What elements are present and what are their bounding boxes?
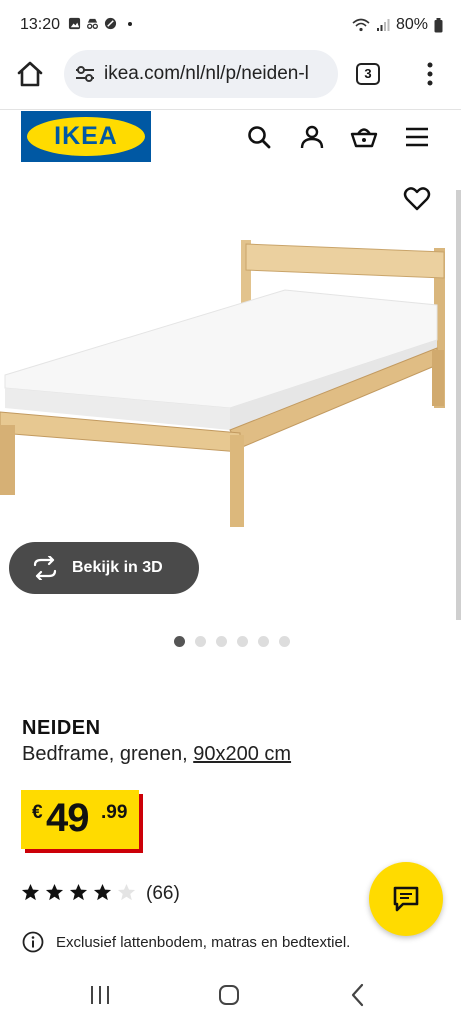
favourite-heart-icon[interactable]	[403, 185, 431, 213]
site-settings-icon[interactable]	[74, 64, 96, 84]
product-note: Exclusief lattenbodem, matras en bedtext…	[22, 931, 350, 953]
price-tag-face: € 49 .99	[21, 790, 139, 849]
gallery-dot[interactable]	[216, 636, 227, 647]
product-size-link[interactable]: 90x200 cm	[193, 743, 291, 765]
view-in-3d-button[interactable]: Bekijk in 3D	[9, 542, 199, 594]
account-icon[interactable]	[299, 124, 325, 150]
product-name: NEIDEN	[22, 717, 101, 739]
star-filled-icon	[93, 883, 112, 901]
back-nav-icon[interactable]	[345, 982, 371, 1008]
ikea-logo[interactable]: IKEA	[21, 111, 151, 162]
url-text: ikea.com/nl/nl/p/neiden-l	[104, 63, 309, 84]
view-in-3d-label: Bekijk in 3D	[72, 559, 163, 576]
price-integer: 49	[46, 796, 89, 840]
gallery-dot[interactable]	[279, 636, 290, 647]
product-description: Bedframe, grenen, 90x200 cm	[22, 743, 291, 766]
toolbar-divider	[0, 109, 461, 110]
product-image-bed-frame	[0, 240, 445, 527]
chat-bubble-icon	[393, 886, 419, 912]
recent-apps-icon[interactable]	[87, 982, 113, 1008]
gallery-dot[interactable]	[258, 636, 269, 647]
star-empty-icon	[117, 883, 136, 901]
home-nav-icon[interactable]	[216, 982, 242, 1008]
product-type: Bedframe, grenen,	[22, 743, 194, 765]
rating-stars[interactable]	[21, 883, 136, 902]
price-tag: € 49 .99	[21, 790, 143, 853]
star-filled-icon	[69, 883, 88, 901]
gallery-dot[interactable]	[174, 636, 185, 647]
logo-text: IKEA	[54, 122, 118, 150]
info-icon	[22, 931, 44, 953]
battery-icon	[434, 17, 443, 32]
review-count[interactable]: (66)	[146, 883, 180, 905]
notification-icons	[68, 17, 132, 30]
star-filled-icon	[21, 883, 40, 901]
price-decimal: .99	[101, 802, 128, 823]
url-bar[interactable]: ikea.com/nl/nl/p/neiden-l	[64, 50, 338, 98]
basket-icon[interactable]	[350, 124, 378, 150]
home-icon[interactable]	[14, 58, 46, 90]
gallery-dot[interactable]	[195, 636, 206, 647]
gallery-pagination	[174, 636, 290, 647]
browser-menu-icon[interactable]	[420, 60, 440, 88]
blocked-notification-icon	[104, 17, 117, 30]
price-currency: €	[32, 802, 43, 823]
incognito-icon	[87, 18, 98, 29]
search-icon[interactable]	[246, 124, 272, 150]
status-time: 13:20	[20, 16, 61, 33]
more-notifications-dot	[128, 21, 132, 26]
status-bar: 13:20 80%	[0, 0, 461, 50]
gallery-dot[interactable]	[237, 636, 248, 647]
chat-button[interactable]	[369, 862, 443, 936]
hamburger-menu-icon[interactable]	[404, 124, 430, 150]
system-status: 80%	[352, 16, 443, 34]
tab-switcher-button[interactable]: 3	[356, 63, 380, 85]
info-note-text: Exclusief lattenbodem, matras en bedtext…	[56, 933, 351, 951]
system-navigation-bar	[0, 964, 461, 1024]
browser-toolbar: ikea.com/nl/nl/p/neiden-l 3	[0, 46, 461, 102]
gallery-notification-icon	[68, 17, 81, 30]
star-filled-icon	[45, 883, 64, 901]
signal-icon	[376, 19, 390, 31]
wifi-icon	[352, 18, 370, 32]
battery-percentage: 80%	[395, 16, 428, 33]
rotate-3d-icon	[33, 556, 57, 580]
